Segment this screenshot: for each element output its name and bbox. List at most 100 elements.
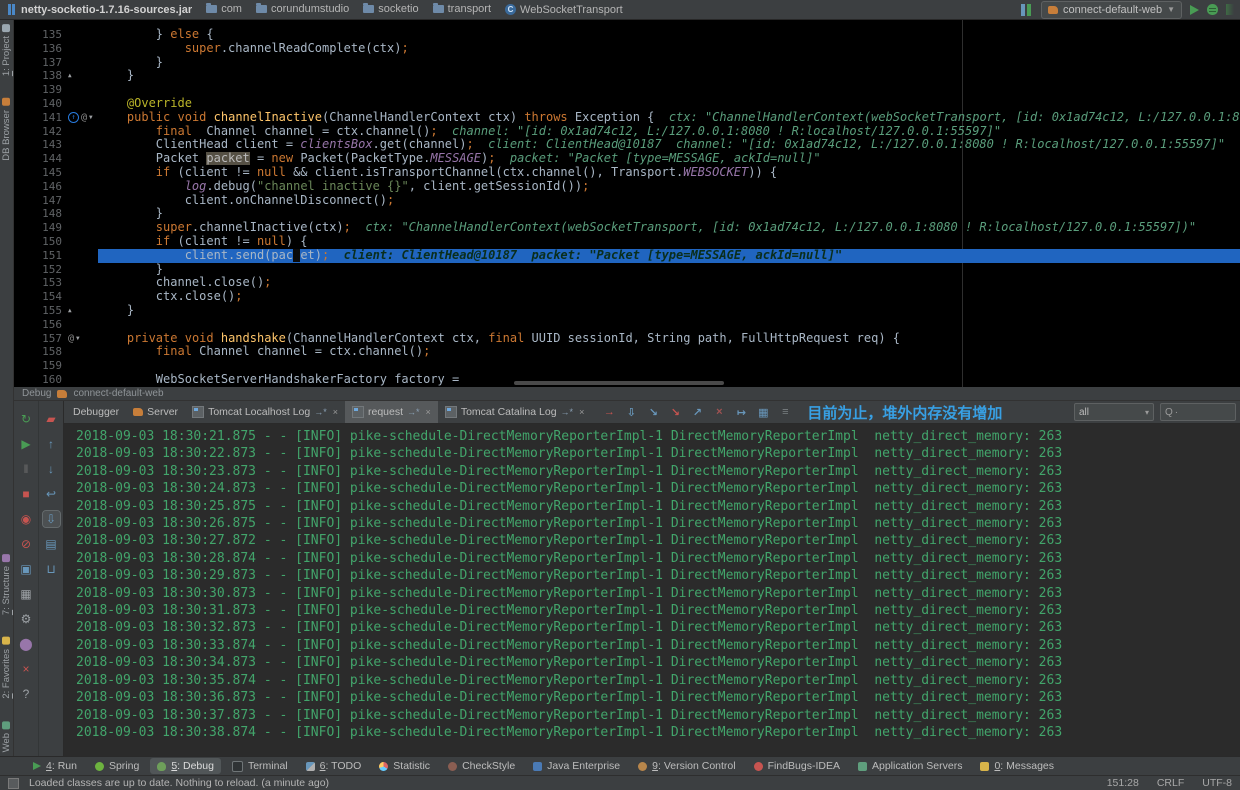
editor-line-number[interactable]: 137 — [14, 56, 68, 70]
down-stack-icon[interactable]: ↓ — [43, 461, 60, 477]
run-configuration-select[interactable]: connect-default-web ▼ — [1041, 1, 1182, 19]
editor-line-number[interactable]: 142 — [14, 125, 68, 139]
editor-horizontal-scrollbar[interactable] — [514, 381, 724, 385]
mute-breakpoints-icon[interactable]: ⊘ — [18, 536, 35, 552]
resume-program-icon[interactable]: ▶ — [18, 436, 35, 452]
editor-code-text[interactable]: ctx.close(); — [98, 290, 1240, 304]
debug-tab-request[interactable]: request→*× — [345, 401, 438, 423]
toolwindow-button-debug[interactable]: 5: Debug — [150, 758, 221, 774]
editor-line-number[interactable]: 151 — [14, 249, 68, 263]
editor-line-number[interactable]: 147 — [14, 194, 68, 208]
editor-line-number[interactable]: 154 — [14, 290, 68, 304]
editor-line-number[interactable]: 136 — [14, 42, 68, 56]
rerun-icon[interactable]: ↻ — [18, 411, 35, 427]
console-settings-icon[interactable]: ≡ — [777, 404, 793, 420]
close-tab-icon[interactable]: × — [579, 407, 584, 417]
up-stack-icon[interactable]: ↑ — [43, 436, 60, 452]
sidebar-item--project[interactable]: 1: Project — [1, 24, 12, 76]
fold-marker-icon[interactable]: ▲ — [68, 304, 72, 318]
editor-line-number[interactable]: 149 — [14, 221, 68, 235]
editor-code-text[interactable]: Packet packet = new Packet(PacketType.ME… — [98, 152, 1240, 166]
editor-code-text[interactable]: } — [98, 304, 1240, 318]
debug-tab-server[interactable]: Server — [126, 401, 185, 423]
run-to-cursor-icon[interactable]: ↦ — [733, 404, 749, 420]
fold-marker-icon[interactable]: ▼ — [76, 332, 80, 346]
breadcrumb-item-socketio[interactable]: socketio — [363, 3, 418, 15]
show-execution-point-icon[interactable]: → — [601, 404, 617, 420]
close-tab-icon[interactable]: × — [426, 407, 431, 417]
editor-line-number[interactable]: 156 — [14, 318, 68, 332]
editor-code-text[interactable]: if (client != null) { — [98, 235, 1240, 249]
toolwindow-button-application-servers[interactable]: Application Servers — [851, 758, 969, 774]
execution-line-code[interactable]: client.send(packet); client: ClientHead@… — [98, 249, 1240, 263]
toolwindow-button-todo[interactable]: 6: TODO — [299, 758, 369, 774]
editor-code-text[interactable]: if (client != null && client.isTransport… — [98, 166, 1240, 180]
help-icon[interactable]: ? — [18, 686, 35, 702]
editor-code-text[interactable]: final Channel channel = ctx.channel(); c… — [98, 125, 1240, 139]
editor-line-number[interactable]: 146 — [14, 180, 68, 194]
step-over-icon[interactable]: ⇩ — [623, 404, 639, 420]
toolwindow-button-java-enterprise[interactable]: Java Enterprise — [526, 758, 627, 774]
close-debug-icon[interactable]: × — [18, 661, 35, 677]
caret-position[interactable]: 151:28 — [1107, 777, 1139, 789]
coverage-button[interactable] — [1226, 4, 1234, 15]
step-into-icon[interactable]: ↘ — [645, 404, 661, 420]
sidebar-item-web[interactable]: Web — [1, 721, 12, 752]
override-marker-icon[interactable]: ↑ — [68, 112, 79, 123]
force-step-into-icon[interactable]: ↘ — [667, 404, 683, 420]
editor-line-number[interactable]: 144 — [14, 152, 68, 166]
editor-code-text[interactable]: ClientHead client = clientsBox.get(chann… — [98, 138, 1240, 152]
editor-code-text[interactable]: final Channel channel = ctx.channel(); — [98, 345, 1240, 359]
settings-gear-icon[interactable]: ⚙ — [18, 611, 35, 627]
scroll-to-end-icon[interactable]: ⇩ — [43, 511, 60, 527]
line-ending[interactable]: CRLF — [1157, 777, 1184, 789]
restore-layout-icon[interactable]: ▦ — [18, 586, 35, 602]
sidebar-item--structure[interactable]: 7: Structure — [1, 554, 12, 615]
editor-code-text[interactable]: @Override — [98, 97, 1240, 111]
editor-code-text[interactable]: client.onChannelDisconnect(); — [98, 194, 1240, 208]
editor-line-number[interactable]: 138 — [14, 69, 68, 83]
debug-tab-tomcat-localhost-log[interactable]: Tomcat Localhost Log→*× — [185, 401, 345, 423]
evaluate-expression-icon[interactable]: ▦ — [755, 404, 771, 420]
clear-all-icon[interactable]: ⊔ — [43, 561, 60, 577]
breadcrumb-item-com[interactable]: com — [206, 3, 242, 15]
editor-code-text[interactable] — [98, 318, 1240, 332]
run-button[interactable] — [1190, 5, 1199, 15]
editor-code-text[interactable]: super.channelInactive(ctx); ctx: "Channe… — [98, 221, 1240, 235]
editor-line-number[interactable]: 139 — [14, 83, 68, 97]
editor-code-text[interactable]: } — [98, 207, 1240, 221]
soft-wrap-icon[interactable]: ↩ — [43, 486, 60, 502]
editor-line-number[interactable]: 140 — [14, 97, 68, 111]
tool-window-bars-icon[interactable] — [8, 4, 15, 15]
annotation-marker-icon[interactable]: @ — [68, 332, 74, 346]
editor-line-number[interactable]: 141 — [14, 111, 68, 125]
editor-line-number[interactable]: 152 — [14, 263, 68, 277]
editor-code-text[interactable]: } — [98, 56, 1240, 70]
log-level-filter-select[interactable]: all ▾ — [1074, 403, 1154, 421]
thread-dump-icon[interactable]: ▣ — [18, 561, 35, 577]
editor-line-number[interactable]: 155 — [14, 304, 68, 318]
clear-output-icon[interactable]: ▰ — [43, 411, 60, 427]
editor-line-number[interactable]: 158 — [14, 345, 68, 359]
breadcrumb-item-corundumstudio[interactable]: corundumstudio — [256, 3, 349, 15]
file-encoding[interactable]: UTF-8 — [1202, 777, 1232, 789]
stop-process-icon[interactable]: ■ — [18, 486, 35, 502]
debug-tab-debugger[interactable]: Debugger — [66, 401, 126, 423]
editor-code-text[interactable]: channel.close(); — [98, 276, 1240, 290]
toolwindow-button-spring[interactable]: Spring — [88, 758, 146, 774]
code-editor[interactable]: 135 } else {136 super.channelReadComplet… — [14, 20, 1240, 387]
editor-line-number[interactable]: 148 — [14, 207, 68, 221]
fold-marker-icon[interactable]: ▲ — [68, 69, 72, 83]
editor-code-text[interactable]: } — [98, 263, 1240, 277]
editor-line-number[interactable]: 153 — [14, 276, 68, 290]
editor-code-text[interactable]: log.debug("channel inactive {}", client.… — [98, 180, 1240, 194]
editor-line-number[interactable]: 159 — [14, 359, 68, 373]
console-search-input[interactable]: Q· — [1160, 403, 1236, 421]
step-out-icon[interactable]: ↗ — [689, 404, 705, 420]
pause-program-icon[interactable]: ‖ — [18, 461, 35, 477]
editor-code-text[interactable]: public void channelInactive(ChannelHandl… — [98, 111, 1240, 125]
toolwindow-button-terminal[interactable]: Terminal — [225, 758, 295, 774]
editor-code-text[interactable]: private void handshake(ChannelHandlerCon… — [98, 332, 1240, 346]
sidebar-item--favorites[interactable]: 2: Favorites — [1, 637, 12, 699]
view-columns-icon[interactable] — [1021, 4, 1033, 16]
